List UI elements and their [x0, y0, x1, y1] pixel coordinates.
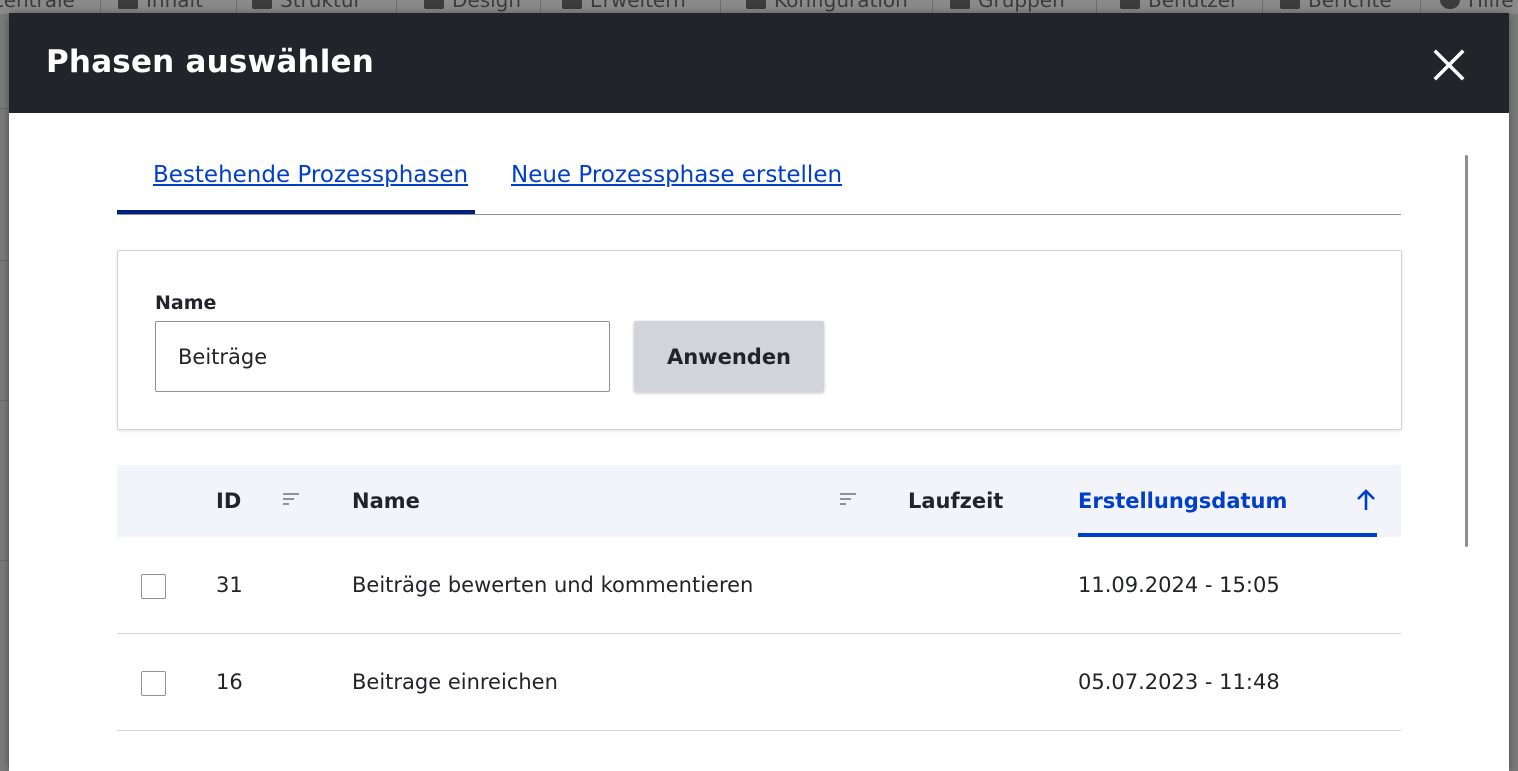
- reports-icon: [1280, 0, 1300, 9]
- column-header-id[interactable]: ID: [216, 465, 241, 537]
- toolbar-divider: [1420, 0, 1421, 14]
- cell-id: 31: [216, 573, 243, 597]
- apply-button[interactable]: Anwenden: [634, 321, 824, 392]
- toolbar-label: Gruppen: [978, 0, 1065, 12]
- tab-existing-phases[interactable]: Bestehende Prozessphasen: [117, 145, 475, 214]
- background-divider: [0, 260, 9, 261]
- column-header-created[interactable]: Erstellungsdatum: [1078, 465, 1377, 537]
- cell-created: 11.09.2024 - 15:05: [1078, 573, 1280, 597]
- sort-ascending-icon[interactable]: [1355, 488, 1377, 512]
- groups-icon: [950, 0, 970, 9]
- table-header: ID Name Laufzeit Erstellungsdatum: [117, 465, 1401, 537]
- content-icon: [118, 0, 138, 9]
- cell-name: Beiträge bewerten und kommentieren: [352, 573, 754, 597]
- dialog-header: Phasen auswählen: [9, 13, 1509, 113]
- sort-icon[interactable]: [840, 492, 858, 508]
- cell-id: 16: [216, 670, 243, 694]
- toolbar-label: Konfiguration: [774, 0, 908, 12]
- toolbar-item-zentrale: Zentrale: [0, 0, 75, 12]
- user-icon: [1120, 0, 1140, 9]
- toolbar-item-design: Design: [424, 0, 522, 12]
- cell-created: 05.07.2023 - 11:48: [1078, 670, 1280, 694]
- background-divider: [0, 560, 9, 561]
- sort-lines-icon: [840, 493, 856, 505]
- sort-lines-icon: [283, 493, 299, 505]
- select-phases-dialog: Phasen auswählen Bestehende Prozessphase…: [9, 13, 1509, 771]
- toolbar-item-struktur: Struktur: [252, 0, 362, 12]
- extend-icon: [562, 0, 582, 9]
- toolbar-divider: [100, 0, 101, 14]
- tab-new-phase[interactable]: Neue Prozessphase erstellen: [511, 145, 842, 213]
- toolbar-item-erweitern: Erweitern: [562, 0, 686, 12]
- toolbar-item-gruppen: Gruppen: [950, 0, 1065, 12]
- toolbar-divider: [932, 0, 933, 14]
- filter-panel: Name Anwenden: [117, 250, 1402, 430]
- toolbar-item-hilfe: Hilfe: [1440, 0, 1514, 12]
- dialog-scrollbar[interactable]: [1465, 155, 1468, 547]
- toolbar-label: Inhalt: [146, 0, 203, 12]
- dialog-title: Phasen auswählen: [46, 44, 375, 80]
- design-icon: [424, 0, 444, 9]
- column-header-name[interactable]: Name: [352, 465, 420, 537]
- toolbar-item-berichte: Berichte: [1280, 0, 1392, 12]
- table-row: 31 Beiträge bewerten und kommentieren 11…: [117, 537, 1401, 634]
- name-filter-input[interactable]: [155, 321, 610, 392]
- row-select-checkbox[interactable]: [141, 671, 166, 696]
- toolbar-label: Design: [452, 0, 522, 12]
- phases-table: ID Name Laufzeit Erstellungsdatum 31 Bei…: [117, 465, 1401, 731]
- toolbar-divider: [396, 0, 397, 14]
- toolbar-divider: [1262, 0, 1263, 14]
- toolbar-divider: [540, 0, 541, 14]
- close-button[interactable]: [1427, 43, 1471, 87]
- toolbar-label: Benutzer: [1148, 0, 1239, 12]
- toolbar-label: Erweitern: [590, 0, 686, 12]
- row-select-checkbox[interactable]: [141, 574, 166, 599]
- toolbar-label: Hilfe: [1468, 0, 1514, 12]
- toolbar-divider: [1096, 0, 1097, 14]
- background-admin-toolbar: Zentrale Inhalt Struktur Design Erweiter…: [0, 0, 1518, 14]
- help-icon: [1440, 0, 1460, 9]
- toolbar-label: Berichte: [1308, 0, 1392, 12]
- close-icon: [1433, 49, 1465, 81]
- toolbar-item-konfiguration: Konfiguration: [746, 0, 908, 12]
- toolbar-item-inhalt: Inhalt: [118, 0, 203, 12]
- toolbar-divider: [236, 0, 237, 14]
- background-divider: [0, 400, 9, 401]
- arrow-up-icon: [1357, 489, 1375, 510]
- name-filter-label: Name: [155, 292, 217, 314]
- background-divider: [0, 108, 9, 109]
- column-header-created-label: Erstellungsdatum: [1078, 489, 1288, 513]
- column-header-laufzeit: Laufzeit: [908, 489, 1004, 513]
- toolbar-label: Zentrale: [0, 0, 75, 12]
- structure-icon: [252, 0, 272, 9]
- table-row: 16 Beitrage einreichen 05.07.2023 - 11:4…: [117, 634, 1401, 731]
- config-icon: [746, 0, 766, 9]
- toolbar-item-benutzer: Benutzer: [1120, 0, 1239, 12]
- cell-name: Beitrage einreichen: [352, 670, 558, 694]
- sort-icon[interactable]: [283, 492, 301, 508]
- tab-bar: Bestehende Prozessphasen Neue Prozesspha…: [117, 145, 1401, 215]
- toolbar-label: Struktur: [280, 0, 362, 12]
- toolbar-divider: [720, 0, 721, 14]
